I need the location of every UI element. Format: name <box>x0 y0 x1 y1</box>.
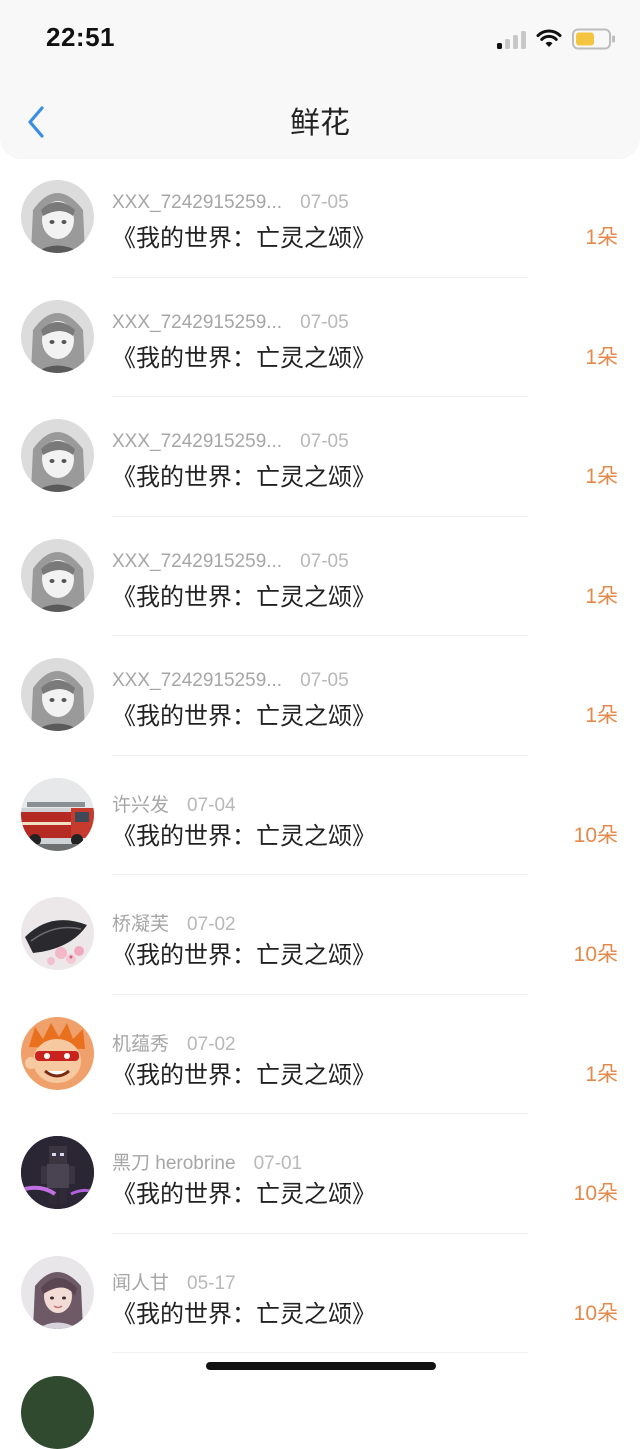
flower-count: 1朵 <box>585 584 618 608</box>
anime-girl-avatar <box>21 419 94 492</box>
wifi-icon <box>536 29 562 49</box>
book-title[interactable]: 《我的世界：亡灵之颂》 <box>112 935 376 970</box>
cartoon-face-avatar <box>21 1016 94 1090</box>
item-meta: 桥凝芙 07-02 <box>112 909 236 936</box>
username[interactable]: XXX_7242915259... <box>112 551 282 572</box>
anime-girl-avatar <box>21 538 94 612</box>
item-meta: XXX_7242915259... 07-05 <box>112 192 349 214</box>
list-item[interactable]: XXX_7242915259... 07-05 《我的世界：亡灵之颂》 1朵 <box>0 397 640 517</box>
divider <box>112 1352 528 1353</box>
minecraft-herobrine-avatar <box>21 1136 94 1209</box>
list-item[interactable]: XXX_7242915259... 07-05 《我的世界：亡灵之颂》 1朵 <box>0 636 640 756</box>
flower-list: XXX_7242915259... 07-05 《我的世界：亡灵之颂》 1朵 XX… <box>0 158 640 1353</box>
item-meta: XXX_7242915259... 07-05 <box>112 551 349 573</box>
book-title[interactable]: 《我的世界：亡灵之颂》 <box>112 816 376 851</box>
username[interactable]: 机蕴秀 <box>112 1034 169 1055</box>
flower-count: 10朵 <box>573 1182 618 1205</box>
item-meta: 闻人甘 05-17 <box>112 1268 236 1295</box>
signal-icon <box>497 29 526 49</box>
book-title[interactable]: 《我的世界：亡灵之颂》 <box>112 338 376 373</box>
list-item[interactable]: XXX_7242915259... 07-05 《我的世界：亡灵之颂》 1朵 <box>0 158 640 278</box>
date: 05-17 <box>187 1272 236 1294</box>
list-item[interactable]: XXX_7242915259... 07-05 《我的世界：亡灵之颂》 1朵 <box>0 517 640 636</box>
avatar[interactable] <box>21 777 94 851</box>
book-title[interactable]: 《我的世界：亡灵之颂》 <box>112 577 376 612</box>
username[interactable]: 闻人甘 <box>112 1273 169 1294</box>
anime-girl-avatar <box>21 658 94 731</box>
username[interactable]: 桥凝芙 <box>112 914 169 935</box>
item-meta: XXX_7242915259... 07-05 <box>112 431 349 453</box>
avatar[interactable] <box>21 1376 94 1449</box>
flower-count: 10朵 <box>573 823 618 847</box>
username[interactable]: XXX_7242915259... <box>112 192 282 213</box>
date: 07-05 <box>300 670 349 691</box>
date: 07-04 <box>187 794 236 816</box>
flower-count: 1朵 <box>585 226 618 249</box>
book-title[interactable]: 《我的世界：亡灵之颂》 <box>112 1294 376 1329</box>
book-title[interactable]: 《我的世界：亡灵之颂》 <box>112 218 376 253</box>
battery-icon <box>572 28 616 50</box>
date: 07-05 <box>300 431 349 452</box>
avatar[interactable] <box>21 180 94 253</box>
username[interactable]: XXX_7242915259... <box>112 431 282 452</box>
page-title: 鲜花 <box>290 107 350 140</box>
flower-count: 10朵 <box>573 943 618 966</box>
flower-count: 1朵 <box>585 704 618 727</box>
list-item[interactable]: 闻人甘 05-17 《我的世界：亡灵之颂》 10朵 <box>0 1234 640 1353</box>
avatar[interactable] <box>21 299 94 373</box>
flower-count: 1朵 <box>585 1062 618 1086</box>
date: 07-02 <box>187 914 236 935</box>
list-item[interactable]: 黑刀 herobrine 07-01 《我的世界：亡灵之颂》 10朵 <box>0 1114 640 1234</box>
avatar[interactable] <box>21 1016 94 1090</box>
flower-count: 1朵 <box>585 465 618 488</box>
item-meta: 机蕴秀 07-02 <box>112 1029 236 1056</box>
avatar[interactable] <box>21 658 94 731</box>
date: 07-05 <box>300 192 349 213</box>
anime-girl-avatar <box>21 299 94 373</box>
avatar[interactable] <box>21 419 94 492</box>
item-meta: 许兴发 07-04 <box>112 790 236 817</box>
book-title[interactable]: 《我的世界：亡灵之颂》 <box>112 696 376 731</box>
username[interactable]: 黑刀 herobrine <box>112 1153 236 1174</box>
nav-header: 22:51 鲜花 <box>0 0 640 158</box>
list-item[interactable]: 桥凝芙 07-02 《我的世界：亡灵之颂》 10朵 <box>0 875 640 995</box>
list-item[interactable]: 许兴发 07-04 《我的世界：亡灵之颂》 10朵 <box>0 756 640 875</box>
anime-girl-avatar <box>21 180 94 253</box>
avatar[interactable] <box>21 1136 94 1209</box>
portrait-avatar <box>21 1255 94 1329</box>
item-meta: 黑刀 herobrine 07-01 <box>112 1148 302 1175</box>
flowers-fan-avatar <box>21 897 94 970</box>
flower-count: 1朵 <box>585 345 618 369</box>
date: 07-05 <box>300 311 349 333</box>
username[interactable]: 许兴发 <box>112 795 169 816</box>
date: 07-05 <box>300 550 349 572</box>
flower-count: 10朵 <box>573 1301 618 1325</box>
status-icons <box>497 28 616 50</box>
avatar[interactable] <box>21 1255 94 1329</box>
date: 07-02 <box>187 1033 236 1055</box>
home-indicator[interactable] <box>206 1362 436 1370</box>
list-item[interactable]: XXX_7242915259... 07-05 《我的世界：亡灵之颂》 1朵 <box>0 278 640 397</box>
avatar[interactable] <box>21 538 94 612</box>
status-time: 22:51 <box>46 22 115 52</box>
book-title[interactable]: 《我的世界：亡灵之颂》 <box>112 1174 376 1209</box>
fire-truck-avatar <box>21 777 94 851</box>
username[interactable]: XXX_7242915259... <box>112 312 282 333</box>
username[interactable]: XXX_7242915259... <box>112 670 282 691</box>
list-item[interactable]: 机蕴秀 07-02 《我的世界：亡灵之颂》 1朵 <box>0 995 640 1114</box>
date: 07-01 <box>253 1153 303 1174</box>
item-meta: XXX_7242915259... 07-05 <box>112 670 349 692</box>
item-meta: XXX_7242915259... 07-05 <box>112 312 349 334</box>
book-title[interactable]: 《我的世界：亡灵之颂》 <box>112 457 376 492</box>
avatar[interactable] <box>21 897 94 970</box>
book-title[interactable]: 《我的世界：亡灵之颂》 <box>112 1055 376 1090</box>
